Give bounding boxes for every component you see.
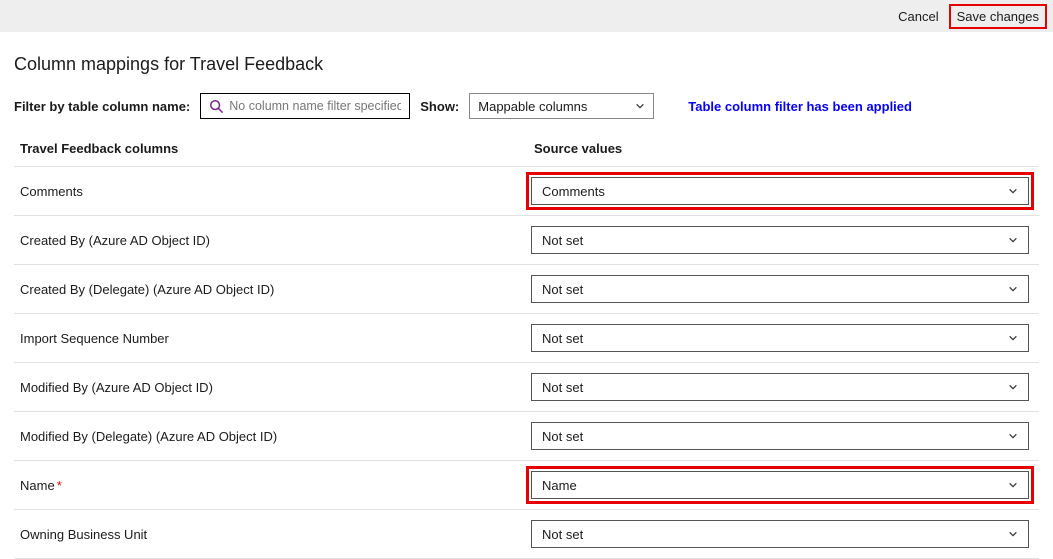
rows-container: Comments Comments Created By (Azure AD Obj…	[14, 167, 1039, 559]
source-value-text: Comments	[542, 184, 605, 199]
cancel-button[interactable]: Cancel	[892, 6, 944, 27]
source-value-select[interactable]: Comments	[531, 177, 1029, 205]
mapping-column-name: Created By (Azure AD Object ID)	[20, 233, 531, 248]
source-value-text: Not set	[542, 429, 583, 444]
required-indicator: *	[57, 478, 62, 493]
source-value-select[interactable]: Not set	[531, 324, 1029, 352]
source-value-text: Not set	[542, 331, 583, 346]
mapping-source-cell: Not set	[531, 520, 1039, 548]
source-value-text: Not set	[542, 282, 583, 297]
mapping-source-cell: Comments	[531, 177, 1039, 205]
filter-input[interactable]: No column name filter specified	[200, 93, 410, 119]
source-value-select[interactable]: Not set	[531, 520, 1029, 548]
source-value-select[interactable]: Name	[531, 471, 1029, 499]
mapping-row: Created By (Azure AD Object ID) Not set	[14, 216, 1039, 265]
chevron-down-icon	[635, 101, 645, 111]
chevron-down-icon	[1008, 186, 1018, 196]
search-icon	[209, 99, 223, 113]
filter-notice: Table column filter has been applied	[688, 99, 912, 114]
chevron-down-icon	[1008, 235, 1018, 245]
source-value-text: Not set	[542, 527, 583, 542]
chevron-down-icon	[1008, 284, 1018, 294]
mapping-column-name: Owning Business Unit	[20, 527, 531, 542]
mapping-row: Modified By (Delegate) (Azure AD Object …	[14, 412, 1039, 461]
mapping-source-cell: Not set	[531, 324, 1039, 352]
columns-header: Travel Feedback columns Source values	[14, 141, 1039, 167]
mapping-column-name: Import Sequence Number	[20, 331, 531, 346]
source-value-text: Not set	[542, 233, 583, 248]
mapping-row: Modified By (Azure AD Object ID) Not set	[14, 363, 1039, 412]
mapping-column-name: Modified By (Azure AD Object ID)	[20, 380, 531, 395]
mapping-source-cell: Not set	[531, 422, 1039, 450]
column-header-right: Source values	[534, 141, 622, 156]
mapping-row: Created By (Delegate) (Azure AD Object I…	[14, 265, 1039, 314]
mapping-column-name: Created By (Delegate) (Azure AD Object I…	[20, 282, 531, 297]
show-select[interactable]: Mappable columns	[469, 93, 654, 119]
mapping-source-cell: Not set	[531, 275, 1039, 303]
mapping-row: Import Sequence Number Not set	[14, 314, 1039, 363]
source-value-select[interactable]: Not set	[531, 275, 1029, 303]
chevron-down-icon	[1008, 529, 1018, 539]
mapping-row: Owning Business Unit Not set	[14, 510, 1039, 559]
mapping-column-name: Comments	[20, 184, 531, 199]
mapping-source-cell: Not set	[531, 226, 1039, 254]
save-button[interactable]: Save changes	[949, 4, 1047, 29]
mapping-source-cell: Name	[531, 471, 1039, 499]
mapping-column-name: Modified By (Delegate) (Azure AD Object …	[20, 429, 531, 444]
mapping-row: Name* Name	[14, 461, 1039, 510]
mapping-row: Comments Comments	[14, 167, 1039, 216]
column-header-left: Travel Feedback columns	[20, 141, 534, 156]
content-area: Column mappings for Travel Feedback Filt…	[0, 32, 1053, 559]
mapping-source-cell: Not set	[531, 373, 1039, 401]
source-value-text: Name	[542, 478, 577, 493]
source-value-select[interactable]: Not set	[531, 373, 1029, 401]
chevron-down-icon	[1008, 480, 1018, 490]
chevron-down-icon	[1008, 382, 1018, 392]
mapping-column-name: Name*	[20, 478, 531, 493]
source-value-select[interactable]: Not set	[531, 422, 1029, 450]
source-value-select[interactable]: Not set	[531, 226, 1029, 254]
filter-label: Filter by table column name:	[14, 99, 190, 114]
page-title: Column mappings for Travel Feedback	[14, 54, 1039, 75]
filter-row: Filter by table column name: No column n…	[14, 93, 1039, 119]
show-label: Show:	[420, 99, 459, 114]
show-value: Mappable columns	[478, 99, 587, 114]
filter-placeholder: No column name filter specified	[229, 99, 401, 113]
chevron-down-icon	[1008, 431, 1018, 441]
chevron-down-icon	[1008, 333, 1018, 343]
topbar: Cancel Save changes	[0, 0, 1053, 32]
source-value-text: Not set	[542, 380, 583, 395]
